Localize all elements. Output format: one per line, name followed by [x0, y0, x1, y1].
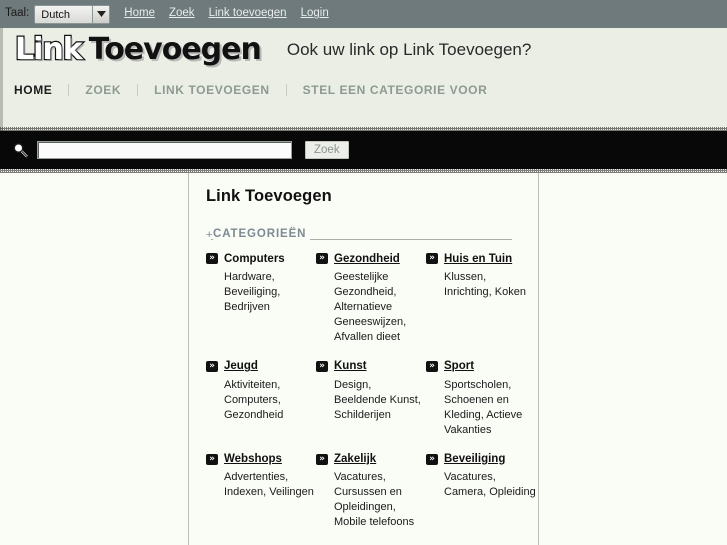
top-nav-link-link-toevoegen[interactable]: Link toevoegen [209, 8, 287, 20]
category-cell: » Beveiliging Vacatures, Camera, Opleidi… [426, 453, 536, 531]
magnifier-icon [10, 140, 30, 160]
page-root: Taal: Dutch Home Zoek Link toevoegen Log… [0, 0, 727, 545]
search-input[interactable] [37, 141, 292, 159]
category-header[interactable]: » Gezondheid [316, 253, 426, 266]
top-nav-link-login[interactable]: Login [301, 8, 329, 20]
category-header[interactable]: » Jeugd [206, 360, 316, 373]
category-header[interactable]: » Kunst [316, 360, 426, 373]
category-cell: » Webshops Advertenties, Indexen, Veilin… [206, 453, 316, 531]
logo-band: Link Toevoegen Ook uw link op Link Toevo… [0, 28, 727, 71]
category-link-kunst[interactable]: Kunst [334, 360, 367, 373]
main-nav: HOME ZOEK LINK TOEVOEGEN STEL EEN CATEGO… [0, 71, 727, 108]
category-link-zakelijk[interactable]: Zakelijk [334, 453, 376, 466]
category-subs: Aktiviteiten, Computers, Gezondheid [224, 378, 284, 421]
language-select[interactable]: Dutch [34, 5, 111, 24]
double-chevron-icon: » [426, 360, 438, 372]
top-nav-link-zoek[interactable]: Zoek [169, 8, 195, 20]
main-nav-item-home[interactable]: HOME [14, 83, 70, 96]
category-cell: » Gezondheid Geestelijke Gezondheid, Alt… [316, 253, 426, 346]
main-nav-item-link-toevoegen[interactable]: LINK TOEVOEGEN [138, 83, 287, 96]
category-header[interactable]: » Zakelijk [316, 453, 426, 466]
category-link-sport[interactable]: Sport [444, 360, 474, 373]
category-cell: » Sport Sportscholen, Schoenen en Kledin… [426, 360, 536, 438]
category-link-jeugd[interactable]: Jeugd [224, 360, 258, 373]
section-title-categorieen: CATEGORIEËN [213, 228, 311, 240]
category-subs: Advertenties, Indexen, Veilingen [224, 471, 314, 499]
logo-word-toevoegen: Toevoegen [88, 31, 262, 67]
categories-section-header: + CATEGORIEËN [206, 224, 524, 240]
right-column-divider [538, 173, 539, 545]
category-link-beveiliging[interactable]: Beveiliging [444, 453, 505, 466]
category-subs: Hardware, Beveiliging, Bedrijven [224, 271, 281, 314]
main-content: Link Toevoegen + CATEGORIEËN » Computers… [189, 173, 538, 545]
double-chevron-icon: » [316, 360, 328, 372]
category-header[interactable]: » Computers [206, 253, 316, 266]
category-subs: Sportscholen, Schoenen en Kleding, Actie… [444, 378, 523, 436]
body-area: Link Toevoegen + CATEGORIEËN » Computers… [0, 173, 727, 545]
search-submit-button[interactable]: Zoek [305, 141, 349, 159]
top-utility-bar: Taal: Dutch Home Zoek Link toevoegen Log… [0, 0, 727, 28]
double-chevron-icon: » [206, 360, 218, 372]
category-cell: » Computers Hardware, Beveiliging, Bedri… [206, 253, 316, 346]
category-header[interactable]: » Beveiliging [426, 453, 536, 466]
category-header[interactable]: » Huis en Tuin [426, 253, 536, 266]
site-tagline: Ook uw link op Link Toevoegen? [286, 40, 532, 59]
language-label: Taal: [5, 7, 30, 20]
double-chevron-icon: » [206, 453, 218, 465]
category-subs: Vacatures, Camera, Opleiding [444, 471, 536, 499]
category-subs: Vacatures, Cursussen en Opleidingen, Mob… [334, 471, 415, 529]
double-chevron-icon: » [316, 453, 328, 465]
category-cell: » Jeugd Aktiviteiten, Computers, Gezondh… [206, 360, 316, 438]
category-link-gezondheid[interactable]: Gezondheid [334, 253, 400, 266]
category-subs: Geestelijke Gezondheid, Alternatieve Gen… [334, 271, 407, 344]
category-link-webshops[interactable]: Webshops [224, 453, 282, 466]
language-select-wrapper[interactable]: Dutch [34, 5, 111, 24]
category-link-huis-en-tuin[interactable]: Huis en Tuin [444, 253, 512, 266]
site-logo[interactable]: Link Toevoegen [14, 31, 262, 67]
top-nav: Home Zoek Link toevoegen Login [124, 8, 328, 20]
category-header[interactable]: » Sport [426, 360, 536, 373]
category-grid: » Computers Hardware, Beveiliging, Bedri… [206, 253, 536, 531]
double-chevron-icon: » [426, 453, 438, 465]
search-bar: Zoek [0, 131, 727, 169]
category-subs: Klussen, Inrichting, Koken [444, 271, 526, 299]
top-nav-link-home[interactable]: Home [124, 8, 155, 20]
expand-plus-icon[interactable]: + [206, 229, 212, 241]
double-chevron-icon: » [426, 253, 438, 265]
category-cell: » Kunst Design, Beeldende Kunst, Schilde… [316, 360, 426, 438]
page-title: Link Toevoegen [206, 187, 332, 205]
main-nav-item-zoek[interactable]: ZOEK [69, 83, 139, 96]
category-subs: Design, Beeldende Kunst, Schilderijen [334, 378, 421, 421]
category-cell: » Huis en Tuin Klussen, Inrichting, Koke… [426, 253, 536, 346]
category-cell: » Zakelijk Vacatures, Cursussen en Oplei… [316, 453, 426, 531]
logo-word-link: Link [14, 31, 84, 67]
double-chevron-icon: » [316, 253, 328, 265]
category-header[interactable]: » Webshops [206, 453, 316, 466]
double-chevron-icon: » [206, 253, 218, 265]
category-link-computers[interactable]: Computers [224, 253, 285, 266]
main-nav-item-stel-een-categorie-voor[interactable]: STEL EEN CATEGORIE VOOR [287, 84, 504, 96]
